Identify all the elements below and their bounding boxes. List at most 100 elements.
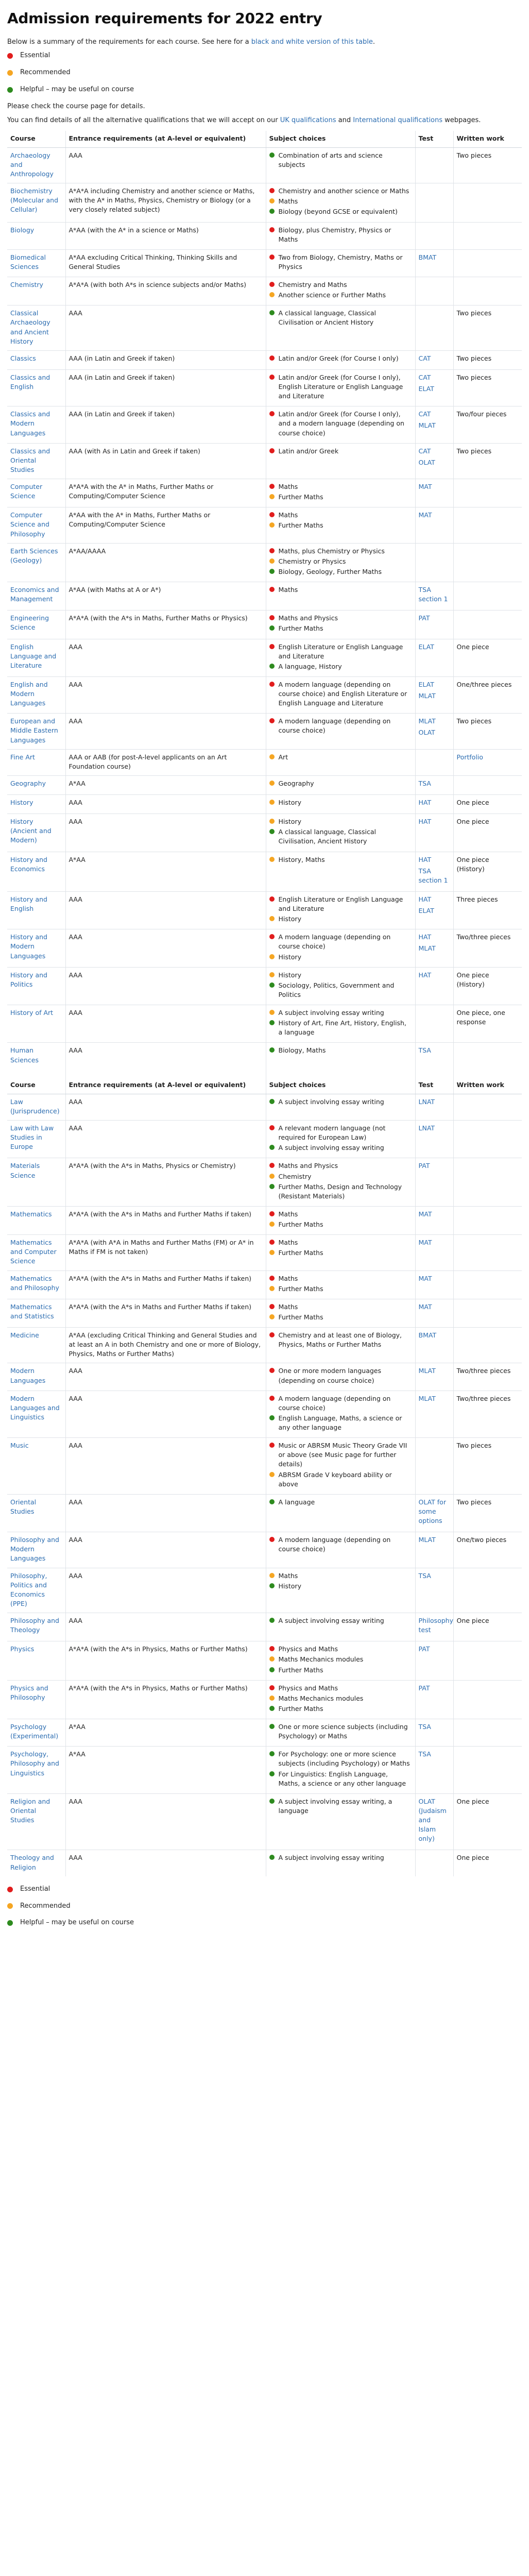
course-link[interactable]: Law (Jurisprudence) xyxy=(7,1093,65,1121)
test-link[interactable]: ELAT xyxy=(419,642,449,652)
course-link[interactable]: History and Economics xyxy=(7,851,65,892)
test-link[interactable]: PAT xyxy=(419,1161,449,1171)
course-link[interactable]: Fine Art xyxy=(7,749,65,776)
test-link[interactable]: TSA xyxy=(419,1046,449,1055)
course-link[interactable]: English Language and Literature xyxy=(7,638,65,677)
test-link[interactable]: MAT xyxy=(419,1210,449,1219)
course-link[interactable]: Materials Science xyxy=(7,1158,65,1207)
course-link[interactable]: Medicine xyxy=(7,1327,65,1363)
course-link[interactable]: Philosophy and Modern Languages xyxy=(7,1532,65,1568)
course-link[interactable]: Computer Science xyxy=(7,479,65,507)
course-link[interactable]: History and Modern Languages xyxy=(7,929,65,968)
test-link[interactable]: HAT xyxy=(419,933,449,942)
course-link[interactable]: History and English xyxy=(7,891,65,929)
test-link[interactable]: MLAT xyxy=(419,1394,449,1403)
course-link[interactable]: Computer Science and Philosophy xyxy=(7,507,65,544)
test-link[interactable]: MAT xyxy=(419,1302,449,1312)
course-link[interactable]: Law with Law Studies in Europe xyxy=(7,1120,65,1158)
course-link[interactable]: Geography xyxy=(7,775,65,795)
course-link[interactable]: Mathematics and Computer Science xyxy=(7,1234,65,1271)
test-link[interactable]: HAT xyxy=(419,798,449,807)
test-link[interactable]: PAT xyxy=(419,1645,449,1654)
course-link[interactable]: History and Politics xyxy=(7,967,65,1005)
course-link[interactable]: Engineering Science xyxy=(7,610,65,639)
test-link[interactable]: MLAT xyxy=(419,421,449,430)
test-link[interactable]: TSA xyxy=(419,1571,449,1581)
course-link[interactable]: Music xyxy=(7,1437,65,1495)
test-link[interactable]: MAT xyxy=(419,1274,449,1283)
test-link[interactable]: TSA xyxy=(419,1750,449,1759)
course-link[interactable]: Philosophy and Theology xyxy=(7,1613,65,1641)
test-link[interactable]: CAT xyxy=(419,410,449,419)
course-link[interactable]: Psychology (Experimental) xyxy=(7,1719,65,1747)
test-link[interactable]: MLAT xyxy=(419,944,449,953)
test-link[interactable]: PAT xyxy=(419,614,449,623)
written-work[interactable]: Portfolio xyxy=(453,749,522,776)
course-link[interactable]: Oriental Studies xyxy=(7,1494,65,1532)
course-link[interactable]: Classical Archaeology and Ancient Histor… xyxy=(7,305,65,351)
test-link[interactable]: CAT xyxy=(419,373,449,382)
test-link[interactable]: CAT xyxy=(419,447,449,456)
course-link[interactable]: Mathematics and Philosophy xyxy=(7,1270,65,1299)
course-link[interactable]: Philosophy, Politics and Economics (PPE) xyxy=(7,1567,65,1613)
test-link[interactable]: HAT xyxy=(419,855,449,865)
test-link[interactable]: CAT xyxy=(419,354,449,363)
course-link[interactable]: Earth Sciences (Geology) xyxy=(7,543,65,582)
test-link[interactable]: OLAT for some options xyxy=(419,1498,449,1526)
course-link[interactable]: History of Art xyxy=(7,1005,65,1043)
test-link[interactable]: LNAT xyxy=(419,1124,449,1133)
course-link[interactable]: Classics and Modern Languages xyxy=(7,406,65,444)
test-link[interactable]: HAT xyxy=(419,817,449,826)
test-link[interactable]: OLAT xyxy=(419,728,449,737)
uk-qualifications-link[interactable]: UK qualifications xyxy=(280,116,336,124)
test-link[interactable]: PAT xyxy=(419,1684,449,1693)
test-link[interactable]: MLAT xyxy=(419,1535,449,1545)
test-link[interactable]: TSA xyxy=(419,1722,449,1732)
course-link[interactable]: European and Middle Eastern Languages xyxy=(7,713,65,750)
test-link[interactable]: HAT xyxy=(419,895,449,904)
test-link[interactable]: TSA section 1 xyxy=(419,867,449,885)
test-link[interactable]: OLAT xyxy=(419,458,449,467)
course-link[interactable]: English and Modern Languages xyxy=(7,676,65,714)
course-link[interactable]: History (Ancient and Modern) xyxy=(7,814,65,852)
course-link[interactable]: Biochemistry (Molecular and Cellular) xyxy=(7,183,65,223)
course-link[interactable]: Mathematics and Statistics xyxy=(7,1298,65,1328)
test-link[interactable]: MLAT xyxy=(419,1366,449,1376)
course-link[interactable]: Religion and Oriental Studies xyxy=(7,1793,65,1850)
test-link[interactable]: MAT xyxy=(419,482,449,492)
course-link[interactable]: Biology xyxy=(7,222,65,250)
test-link[interactable]: HAT xyxy=(419,971,449,980)
test-link[interactable]: ELAT xyxy=(419,384,449,394)
test-link[interactable]: TSA section 1 xyxy=(419,585,449,604)
course-link[interactable]: Physics xyxy=(7,1641,65,1681)
course-link[interactable]: Archaeology and Anthropology xyxy=(7,147,65,183)
test-link[interactable]: Philosophy test xyxy=(419,1616,453,1635)
course-link[interactable]: Modern Languages and Linguistics xyxy=(7,1390,65,1438)
test-link[interactable]: MLAT xyxy=(419,691,449,701)
test-link[interactable]: LNAT xyxy=(419,1097,449,1107)
course-link[interactable]: Biomedical Sciences xyxy=(7,249,65,277)
test-link[interactable]: BMAT xyxy=(419,1331,449,1340)
test-link[interactable]: ELAT xyxy=(419,680,449,689)
course-link[interactable]: Mathematics xyxy=(7,1206,65,1235)
course-link[interactable]: Classics and Oriental Studies xyxy=(7,443,65,479)
bw-version-link[interactable]: black and white version of this table xyxy=(251,38,373,46)
course-link[interactable]: Chemistry xyxy=(7,277,65,306)
course-link[interactable]: Classics xyxy=(7,350,65,370)
test-link[interactable]: MAT xyxy=(419,511,449,520)
test-link[interactable]: MLAT xyxy=(419,717,449,726)
test-link[interactable]: OLAT (Judaism and Islam only) xyxy=(419,1797,449,1844)
course-link[interactable]: Modern Languages xyxy=(7,1363,65,1391)
course-link[interactable]: Physics and Philosophy xyxy=(7,1680,65,1719)
course-link[interactable]: Economics and Management xyxy=(7,582,65,611)
international-qualifications-link[interactable]: International qualifications xyxy=(353,116,442,124)
test-link[interactable]: TSA xyxy=(419,779,449,788)
test-link[interactable]: BMAT xyxy=(419,253,449,262)
test-link[interactable]: ELAT xyxy=(419,906,449,916)
test-link[interactable]: MAT xyxy=(419,1238,449,1247)
course-link[interactable]: History xyxy=(7,794,65,814)
course-link[interactable]: Psychology, Philosophy and Linguistics xyxy=(7,1746,65,1794)
course-link[interactable]: Classics and English xyxy=(7,369,65,406)
course-link[interactable]: Theology and Religion xyxy=(7,1850,65,1876)
course-link[interactable]: Human Sciences xyxy=(7,1042,65,1069)
